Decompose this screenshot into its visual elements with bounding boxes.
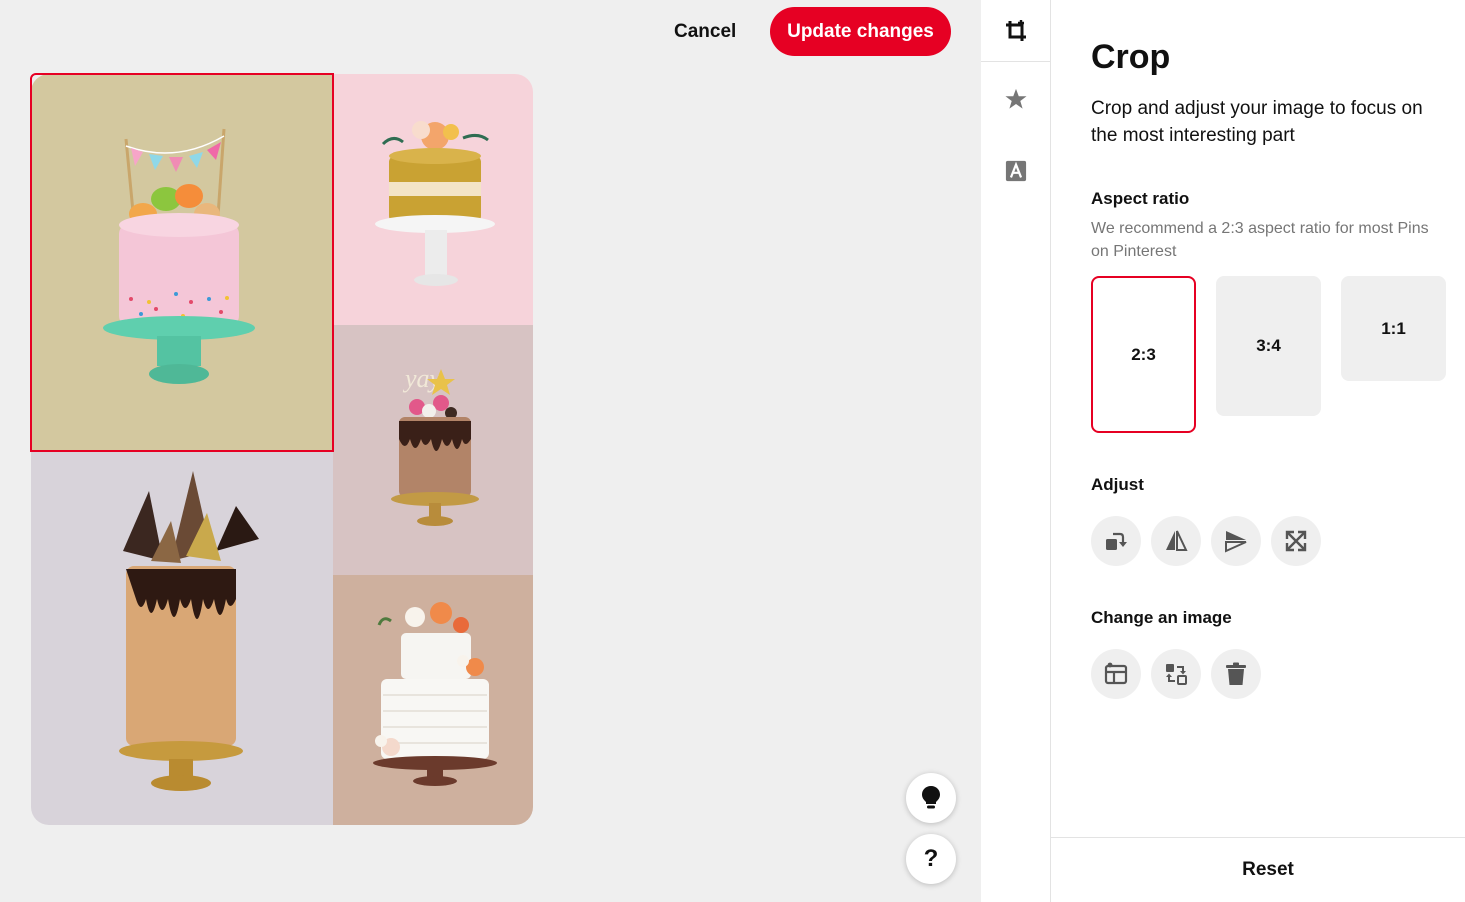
collage-tile-pink-cake[interactable] xyxy=(31,74,333,451)
pink-cake-image xyxy=(103,128,255,384)
white-cake-image xyxy=(373,602,497,786)
star-icon xyxy=(1005,88,1027,109)
trash-icon xyxy=(1226,662,1246,685)
delete-image-button[interactable] xyxy=(1211,649,1261,699)
replace-image-icon xyxy=(1104,662,1128,685)
crop-panel: Crop Crop and adjust your image to focus… xyxy=(1051,0,1465,902)
aspect-option-2-3[interactable]: 2:3 xyxy=(1091,276,1196,433)
text-icon xyxy=(1005,160,1027,182)
replace-image-button[interactable] xyxy=(1091,649,1141,699)
flip-horizontal-button[interactable] xyxy=(1151,516,1201,566)
collage: yay xyxy=(31,74,533,825)
cancel-button[interactable]: Cancel xyxy=(664,14,746,50)
aspect-option-1-1[interactable]: 1:1 xyxy=(1341,276,1446,381)
panel-description: Crop and adjust your image to focus on t… xyxy=(1091,98,1423,146)
aspect-ratio-hint: We recommend a 2:3 aspect ratio for most… xyxy=(1091,220,1429,260)
tool-rail xyxy=(981,0,1051,902)
collage-tile-chocolate-cake[interactable]: yay xyxy=(333,325,533,575)
shard-cake-image xyxy=(119,471,259,791)
collage-tile-shard-cake[interactable] xyxy=(31,451,333,825)
crop-icon xyxy=(1006,19,1026,41)
aspect-option-3-4[interactable]: 3:4 xyxy=(1216,276,1321,416)
help-icon: ? xyxy=(923,845,939,872)
swap-image-icon xyxy=(1166,664,1187,685)
lightbulb-icon xyxy=(922,786,940,809)
rotate-icon xyxy=(1106,532,1127,550)
update-changes-button[interactable]: Update changes xyxy=(770,7,951,56)
tips-button[interactable] xyxy=(906,773,956,823)
collage-tile-gold-cake[interactable] xyxy=(333,74,533,325)
panel-title: Crop xyxy=(1091,38,1171,76)
gold-cake-image xyxy=(375,121,495,286)
change-image-heading: Change an image xyxy=(1091,608,1232,627)
help-button[interactable]: ? xyxy=(906,834,956,884)
adjust-heading: Adjust xyxy=(1091,475,1144,494)
panel-footer: Reset xyxy=(1051,837,1465,902)
canvas-area: Cancel Update changes yay ? xyxy=(0,0,981,902)
rail-item-stickers[interactable] xyxy=(981,68,1051,130)
flip-horizontal-icon xyxy=(1166,530,1188,551)
rail-item-crop[interactable] xyxy=(981,0,1051,62)
flip-vertical-button[interactable] xyxy=(1211,516,1261,566)
rail-item-text[interactable] xyxy=(981,140,1051,202)
chocolate-cake-image: yay xyxy=(391,364,479,526)
rotate-button[interactable] xyxy=(1091,516,1141,566)
expand-icon xyxy=(1285,530,1307,552)
collage-tile-white-cake[interactable] xyxy=(333,575,533,825)
aspect-ratio-heading: Aspect ratio xyxy=(1091,189,1190,208)
expand-button[interactable] xyxy=(1271,516,1321,566)
swap-image-button[interactable] xyxy=(1151,649,1201,699)
flip-vertical-icon xyxy=(1225,531,1247,553)
reset-button[interactable]: Reset xyxy=(1242,859,1294,881)
